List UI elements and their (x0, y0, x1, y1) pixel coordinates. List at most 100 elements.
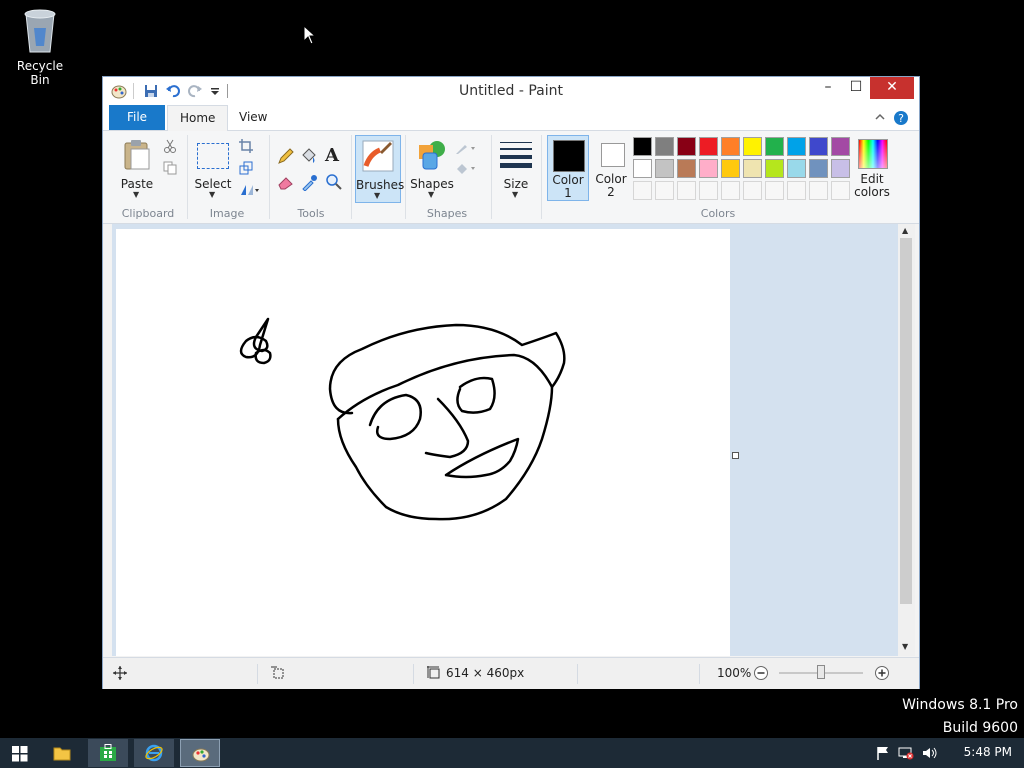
palette-swatch[interactable] (721, 137, 740, 156)
svg-text:?: ? (898, 112, 904, 125)
brushes-button[interactable]: Brushes ▼ (355, 135, 404, 203)
palette-swatch[interactable] (633, 159, 652, 178)
pencil-icon[interactable] (277, 147, 295, 165)
network-disconnected-icon[interactable] (898, 746, 914, 760)
palette-swatch[interactable] (743, 159, 762, 178)
fill-bucket-icon[interactable] (299, 147, 317, 165)
color1-button[interactable]: Color 1 (547, 135, 589, 201)
palette-swatch[interactable] (809, 137, 828, 156)
recycle-bin-label: Recycle Bin (16, 59, 64, 87)
scroll-down-icon[interactable]: ▼ (902, 642, 908, 651)
left-eye (368, 393, 422, 441)
palette-custom-slot[interactable] (699, 181, 718, 200)
shapes-button[interactable]: Shapes ▼ (409, 135, 455, 203)
volume-icon[interactable] (922, 746, 938, 760)
minimize-button[interactable]: – (814, 77, 842, 99)
palette-swatch[interactable] (655, 159, 674, 178)
shapes-dropdown-icon: ▼ (428, 190, 435, 199)
zoom-in-icon[interactable] (874, 665, 890, 681)
palette-swatch[interactable] (677, 137, 696, 156)
outline-icon[interactable] (455, 141, 477, 155)
palette-swatch[interactable] (699, 137, 718, 156)
canvas-area (112, 224, 900, 656)
palette-custom-slot[interactable] (743, 181, 762, 200)
taskbar-file-explorer[interactable] (42, 739, 82, 767)
paste-icon (124, 140, 150, 170)
help-icon[interactable]: ? (893, 110, 909, 126)
taskbar-paint[interactable] (180, 739, 220, 767)
start-button-icon[interactable] (12, 746, 28, 762)
tab-home[interactable]: Home (167, 105, 229, 131)
tab-view[interactable]: View (227, 105, 279, 130)
fill-icon[interactable] (455, 161, 477, 175)
palette-custom-slot[interactable] (655, 181, 674, 200)
color1-label: Color 1 (552, 173, 584, 200)
ribbon-tabs: File Home View ? (103, 105, 919, 131)
scroll-up-icon[interactable]: ▲ (902, 226, 908, 235)
vertical-scrollbar[interactable]: ▲ ▼ (898, 224, 915, 656)
magnifier-icon[interactable] (325, 173, 343, 191)
zoom-out-icon[interactable] (753, 665, 769, 681)
action-center-flag-icon[interactable] (876, 746, 890, 760)
palette-custom-slot[interactable] (633, 181, 652, 200)
rotate-icon[interactable] (239, 183, 259, 197)
palette-swatch[interactable] (765, 159, 784, 178)
tab-file[interactable]: File (109, 105, 165, 130)
zoom-slider-thumb[interactable] (817, 665, 825, 679)
palette-swatch[interactable] (677, 159, 696, 178)
line-size-icon (500, 142, 532, 168)
palette-swatch[interactable] (721, 159, 740, 178)
palette-custom-slot[interactable] (831, 181, 850, 200)
brushes-dropdown-icon: ▼ (374, 191, 381, 200)
palette-custom-slot[interactable] (677, 181, 696, 200)
maximize-button[interactable]: ☐ (842, 77, 870, 99)
palette-swatch[interactable] (765, 137, 784, 156)
palette-custom-slot[interactable] (809, 181, 828, 200)
canvas-resize-handle[interactable] (732, 452, 739, 459)
paste-button[interactable]: Paste ▼ (111, 135, 163, 203)
taskbar-internet-explorer[interactable] (134, 739, 174, 767)
collapse-ribbon-icon[interactable] (875, 112, 885, 122)
edit-colors-icon (858, 139, 888, 169)
palette-swatch[interactable] (699, 159, 718, 178)
drawing-canvas[interactable] (116, 229, 730, 656)
palette-swatch[interactable] (809, 159, 828, 178)
select-label: Select (194, 177, 232, 191)
recycle-bin[interactable]: Recycle Bin (6, 6, 74, 87)
taskbar-store[interactable] (88, 739, 128, 767)
text-tool-icon[interactable]: A (325, 145, 339, 166)
scroll-thumb[interactable] (900, 238, 912, 604)
select-button[interactable]: Select ▼ (191, 135, 235, 203)
watermark-build: Build 9600 (942, 720, 1018, 736)
palette-custom-slot[interactable] (721, 181, 740, 200)
palette-custom-slot[interactable] (787, 181, 806, 200)
zoom-level: 100% (717, 666, 752, 680)
palette-swatch[interactable] (633, 137, 652, 156)
palette-custom-slot[interactable] (765, 181, 784, 200)
copy-icon[interactable] (163, 161, 177, 175)
palette-swatch[interactable] (831, 159, 850, 178)
size-button[interactable]: Size ▼ (495, 135, 537, 203)
palette-swatch[interactable] (787, 159, 806, 178)
group-label-tools: Tools (297, 207, 325, 220)
color2-button[interactable]: Color 2 (591, 135, 633, 201)
edit-colors-button[interactable]: Edit colors (853, 135, 893, 201)
window-title: Untitled - Paint (459, 83, 563, 99)
folder-icon (53, 747, 71, 761)
color-palette (633, 137, 853, 203)
group-label-shapes: Shapes (426, 207, 468, 220)
crop-icon[interactable] (239, 139, 253, 153)
color2-swatch (601, 143, 625, 167)
paste-label: Paste (120, 177, 154, 191)
palette-swatch[interactable] (743, 137, 762, 156)
eraser-icon[interactable] (277, 173, 295, 191)
taskbar-clock[interactable]: 5:48 PM (964, 745, 1012, 759)
palette-swatch[interactable] (655, 137, 674, 156)
palette-swatch[interactable] (787, 137, 806, 156)
title-bar[interactable]: Untitled - Paint – ☐ ✕ (103, 77, 919, 105)
resize-icon[interactable] (239, 161, 253, 175)
palette-swatch[interactable] (831, 137, 850, 156)
cut-icon[interactable] (163, 139, 177, 153)
color-picker-icon[interactable] (301, 173, 319, 191)
close-button[interactable]: ✕ (870, 77, 914, 99)
